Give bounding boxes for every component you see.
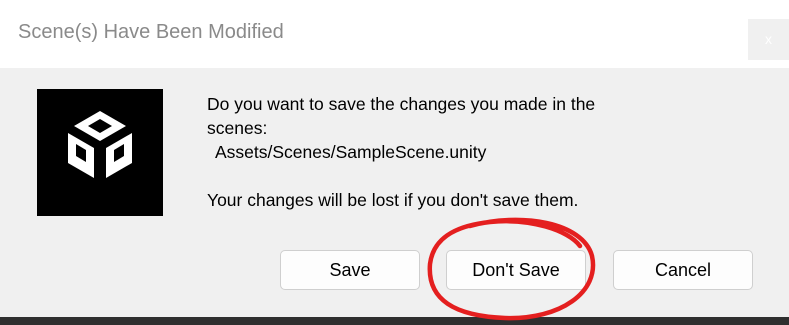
message-line: scenes: — [207, 118, 268, 138]
dont-save-button[interactable]: Don't Save — [446, 250, 586, 290]
save-button[interactable]: Save — [280, 250, 420, 290]
dialog-message: Do you want to save the changes you made… — [207, 92, 727, 212]
warning-text: Your changes will be lost if you don't s… — [207, 190, 579, 210]
close-button[interactable]: x — [748, 19, 789, 60]
message-line: Do you want to save the changes you made… — [207, 94, 596, 114]
save-changes-dialog: Scene(s) Have Been Modified x Do you wan… — [0, 0, 789, 317]
scene-path: Assets/Scenes/SampleScene.unity — [215, 142, 487, 162]
taskbar-strip — [0, 317, 789, 325]
message-spacer — [207, 164, 727, 188]
title-bar: Scene(s) Have Been Modified x — [0, 0, 789, 68]
cancel-button[interactable]: Cancel — [613, 250, 753, 290]
dialog-title: Scene(s) Have Been Modified — [18, 21, 284, 43]
unity-logo-icon — [37, 89, 163, 216]
